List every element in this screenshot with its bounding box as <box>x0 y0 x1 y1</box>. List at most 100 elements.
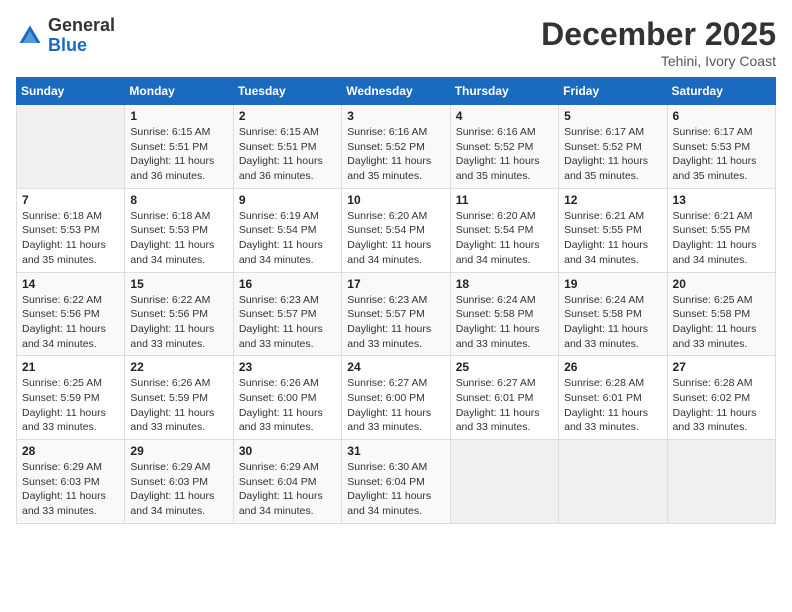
day-info: Sunrise: 6:29 AMSunset: 6:04 PMDaylight:… <box>239 460 336 519</box>
day-number: 23 <box>239 360 336 374</box>
day-info: Sunrise: 6:20 AMSunset: 5:54 PMDaylight:… <box>347 209 444 268</box>
day-number: 4 <box>456 109 553 123</box>
day-info: Sunrise: 6:23 AMSunset: 5:57 PMDaylight:… <box>347 293 444 352</box>
day-number: 14 <box>22 277 119 291</box>
day-header-sunday: Sunday <box>17 78 125 105</box>
calendar-cell: 10 Sunrise: 6:20 AMSunset: 5:54 PMDayligh… <box>342 188 450 272</box>
calendar-cell: 5Sunrise: 6:17 AMSunset: 5:52 PMDaylight… <box>559 105 667 189</box>
day-info: Sunrise: 6:29 AMSunset: 6:03 PMDaylight:… <box>22 460 119 519</box>
calendar-cell: 19 Sunrise: 6:24 AMSunset: 5:58 PMDayligh… <box>559 272 667 356</box>
calendar-week-row: 1 Sunrise: 6:15 AMSunset: 5:51 PMDaylight… <box>17 105 776 189</box>
calendar-cell: 20Sunrise: 6:25 AMSunset: 5:58 PMDayligh… <box>667 272 775 356</box>
calendar-cell: 13Sunrise: 6:21 AMSunset: 5:55 PMDayligh… <box>667 188 775 272</box>
month-title: December 2025 <box>541 16 776 53</box>
day-number: 31 <box>347 444 444 458</box>
calendar-cell: 22 Sunrise: 6:26 AMSunset: 5:59 PMDayligh… <box>125 356 233 440</box>
day-number: 9 <box>239 193 336 207</box>
day-info: Sunrise: 6:22 AMSunset: 5:56 PMDaylight:… <box>22 293 119 352</box>
day-info: Sunrise: 6:16 AMSunset: 5:52 PMDaylight:… <box>347 125 444 184</box>
calendar-cell: 7Sunrise: 6:18 AMSunset: 5:53 PMDaylight… <box>17 188 125 272</box>
calendar-cell: 6 Sunrise: 6:17 AMSunset: 5:53 PMDaylight… <box>667 105 775 189</box>
calendar-cell: 25 Sunrise: 6:27 AMSunset: 6:01 PMDayligh… <box>450 356 558 440</box>
day-header-friday: Friday <box>559 78 667 105</box>
calendar-cell <box>667 440 775 524</box>
day-info: Sunrise: 6:28 AMSunset: 6:02 PMDaylight:… <box>673 376 770 435</box>
day-number: 28 <box>22 444 119 458</box>
calendar-table: SundayMondayTuesdayWednesdayThursdayFrid… <box>16 77 776 524</box>
day-number: 2 <box>239 109 336 123</box>
day-number: 6 <box>673 109 770 123</box>
day-number: 7 <box>22 193 119 207</box>
day-number: 22 <box>130 360 227 374</box>
calendar-header-row: SundayMondayTuesdayWednesdayThursdayFrid… <box>17 78 776 105</box>
day-info: Sunrise: 6:24 AMSunset: 5:58 PMDaylight:… <box>564 293 661 352</box>
calendar-week-row: 14 Sunrise: 6:22 AMSunset: 5:56 PMDayligh… <box>17 272 776 356</box>
day-number: 8 <box>130 193 227 207</box>
logo-icon <box>16 22 44 50</box>
day-info: Sunrise: 6:19 AMSunset: 5:54 PMDaylight:… <box>239 209 336 268</box>
day-header-tuesday: Tuesday <box>233 78 341 105</box>
day-info: Sunrise: 6:23 AMSunset: 5:57 PMDaylight:… <box>239 293 336 352</box>
calendar-cell: 16 Sunrise: 6:23 AMSunset: 5:57 PMDayligh… <box>233 272 341 356</box>
calendar-week-row: 21 Sunrise: 6:25 AMSunset: 5:59 PMDayligh… <box>17 356 776 440</box>
calendar-cell: 1 Sunrise: 6:15 AMSunset: 5:51 PMDaylight… <box>125 105 233 189</box>
day-number: 3 <box>347 109 444 123</box>
calendar-cell: 9 Sunrise: 6:19 AMSunset: 5:54 PMDaylight… <box>233 188 341 272</box>
logo: General Blue <box>16 16 115 56</box>
day-number: 20 <box>673 277 770 291</box>
day-number: 25 <box>456 360 553 374</box>
logo-text: General Blue <box>48 16 115 56</box>
calendar-cell: 12 Sunrise: 6:21 AMSunset: 5:55 PMDayligh… <box>559 188 667 272</box>
calendar-cell: 28 Sunrise: 6:29 AMSunset: 6:03 PMDayligh… <box>17 440 125 524</box>
title-block: December 2025 Tehini, Ivory Coast <box>541 16 776 69</box>
calendar-week-row: 28 Sunrise: 6:29 AMSunset: 6:03 PMDayligh… <box>17 440 776 524</box>
day-info: Sunrise: 6:15 AMSunset: 5:51 PMDaylight:… <box>239 125 336 184</box>
day-number: 12 <box>564 193 661 207</box>
day-info: Sunrise: 6:27 AMSunset: 6:01 PMDaylight:… <box>456 376 553 435</box>
day-info: Sunrise: 6:21 AMSunset: 5:55 PMDaylight:… <box>564 209 661 268</box>
day-info: Sunrise: 6:27 AMSunset: 6:00 PMDaylight:… <box>347 376 444 435</box>
calendar-cell: 4Sunrise: 6:16 AMSunset: 5:52 PMDaylight… <box>450 105 558 189</box>
day-info: Sunrise: 6:26 AMSunset: 5:59 PMDaylight:… <box>130 376 227 435</box>
day-number: 18 <box>456 277 553 291</box>
day-number: 1 <box>130 109 227 123</box>
calendar-cell: 26Sunrise: 6:28 AMSunset: 6:01 PMDayligh… <box>559 356 667 440</box>
day-number: 5 <box>564 109 661 123</box>
day-header-thursday: Thursday <box>450 78 558 105</box>
calendar-cell: 14 Sunrise: 6:22 AMSunset: 5:56 PMDayligh… <box>17 272 125 356</box>
logo-blue: Blue <box>48 35 87 55</box>
day-info: Sunrise: 6:30 AMSunset: 6:04 PMDaylight:… <box>347 460 444 519</box>
calendar-cell <box>17 105 125 189</box>
day-number: 26 <box>564 360 661 374</box>
day-info: Sunrise: 6:26 AMSunset: 6:00 PMDaylight:… <box>239 376 336 435</box>
calendar-cell: 3 Sunrise: 6:16 AMSunset: 5:52 PMDaylight… <box>342 105 450 189</box>
calendar-cell: 31 Sunrise: 6:30 AMSunset: 6:04 PMDayligh… <box>342 440 450 524</box>
day-info: Sunrise: 6:15 AMSunset: 5:51 PMDaylight:… <box>130 125 227 184</box>
day-header-saturday: Saturday <box>667 78 775 105</box>
day-number: 19 <box>564 277 661 291</box>
day-info: Sunrise: 6:24 AMSunset: 5:58 PMDaylight:… <box>456 293 553 352</box>
day-header-monday: Monday <box>125 78 233 105</box>
day-number: 15 <box>130 277 227 291</box>
day-info: Sunrise: 6:17 AMSunset: 5:53 PMDaylight:… <box>673 125 770 184</box>
calendar-cell: 23 Sunrise: 6:26 AMSunset: 6:00 PMDayligh… <box>233 356 341 440</box>
day-number: 24 <box>347 360 444 374</box>
day-number: 29 <box>130 444 227 458</box>
calendar-cell: 2 Sunrise: 6:15 AMSunset: 5:51 PMDaylight… <box>233 105 341 189</box>
calendar-cell: 24 Sunrise: 6:27 AMSunset: 6:00 PMDayligh… <box>342 356 450 440</box>
day-number: 21 <box>22 360 119 374</box>
day-info: Sunrise: 6:18 AMSunset: 5:53 PMDaylight:… <box>130 209 227 268</box>
day-info: Sunrise: 6:25 AMSunset: 5:59 PMDaylight:… <box>22 376 119 435</box>
day-number: 16 <box>239 277 336 291</box>
calendar-cell: 17Sunrise: 6:23 AMSunset: 5:57 PMDayligh… <box>342 272 450 356</box>
calendar-week-row: 7 Sunrise: 6:18 AMSunset: 5:53 PMDaylight… <box>17 188 776 272</box>
calendar-cell: 11Sunrise: 6:20 AMSunset: 5:54 PMDayligh… <box>450 188 558 272</box>
day-info: Sunrise: 6:29 AMSunset: 6:03 PMDaylight:… <box>130 460 227 519</box>
day-number: 10 <box>347 193 444 207</box>
calendar-cell <box>559 440 667 524</box>
logo-general: General <box>48 15 115 35</box>
calendar-cell: 15Sunrise: 6:22 AMSunset: 5:56 PMDayligh… <box>125 272 233 356</box>
day-info: Sunrise: 6:21 AMSunset: 5:55 PMDaylight:… <box>673 209 770 268</box>
calendar-cell: 21 Sunrise: 6:25 AMSunset: 5:59 PMDayligh… <box>17 356 125 440</box>
day-info: Sunrise: 6:20 AMSunset: 5:54 PMDaylight:… <box>456 209 553 268</box>
